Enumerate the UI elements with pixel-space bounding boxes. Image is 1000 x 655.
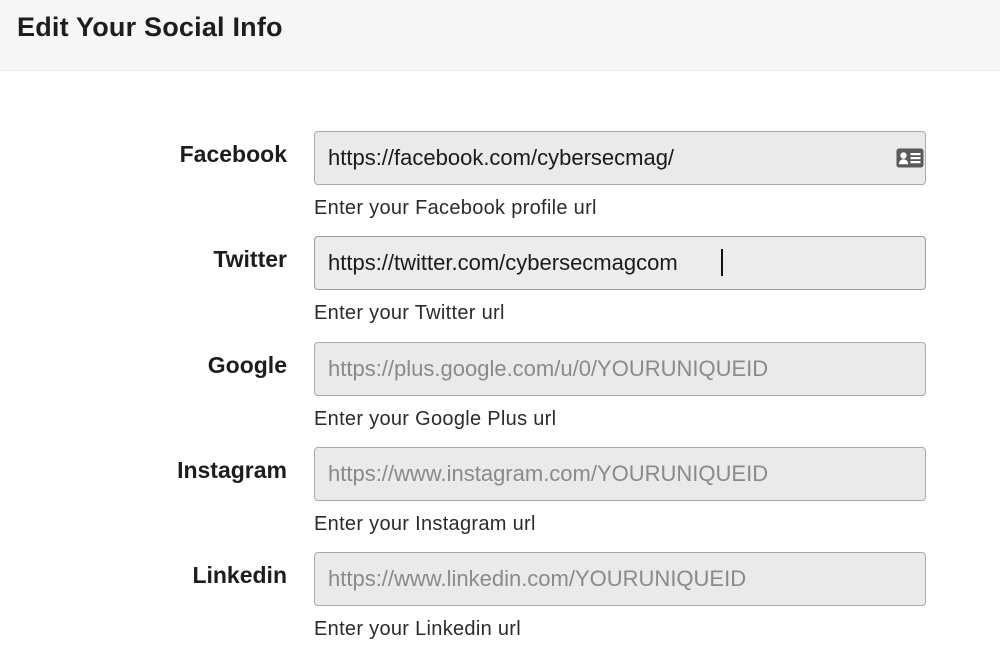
linkedin-label: Linkedin <box>192 562 287 588</box>
facebook-field-row: Facebook Enter your Facebook profile url <box>0 131 1000 236</box>
twitter-label: Twitter <box>213 246 287 272</box>
google-label: Google <box>207 352 287 378</box>
google-help-text: Enter your Google Plus url <box>314 408 557 430</box>
linkedin-url-input[interactable] <box>314 552 926 606</box>
linkedin-field-row: Linkedin Enter your Linkedin url <box>0 552 1000 655</box>
social-info-page: Edit Your Social Info Facebook Enter you… <box>0 0 1000 655</box>
facebook-help-text: Enter your Facebook profile url <box>314 197 597 219</box>
facebook-label: Facebook <box>179 141 287 167</box>
instagram-field-row: Instagram Enter your Instagram url <box>0 447 1000 552</box>
google-url-input[interactable] <box>314 342 926 396</box>
page-header: Edit Your Social Info <box>0 0 1000 71</box>
linkedin-help-text: Enter your Linkedin url <box>314 618 522 640</box>
twitter-url-input[interactable] <box>314 236 926 290</box>
twitter-help-text: Enter your Twitter url <box>314 302 505 324</box>
page-title: Edit Your Social Info <box>17 12 283 42</box>
facebook-url-input[interactable] <box>314 131 926 185</box>
instagram-url-input[interactable] <box>314 447 926 501</box>
instagram-label: Instagram <box>177 457 287 483</box>
twitter-field-row: Twitter Enter your Twitter url <box>0 236 1000 341</box>
google-field-row: Google Enter your Google Plus url <box>0 342 1000 447</box>
contact-card-icon[interactable] <box>896 148 924 168</box>
text-cursor <box>721 249 723 276</box>
instagram-help-text: Enter your Instagram url <box>314 513 536 535</box>
